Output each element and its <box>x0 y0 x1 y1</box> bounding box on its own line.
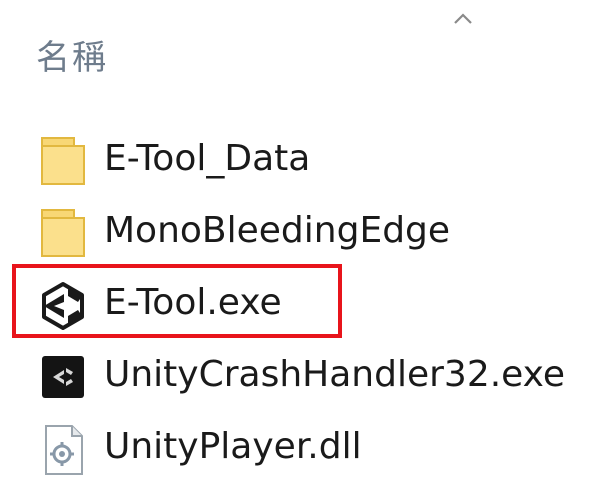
file-name: UnityCrashHandler32.exe <box>104 354 566 395</box>
chevron-up-icon[interactable] <box>448 8 478 28</box>
file-explorer-view: 名稱 E-Tool_Data MonoBleedingEdge E-Tool.e… <box>0 0 601 475</box>
list-item-unitycrashhandler32-exe[interactable]: UnityCrashHandler32.exe <box>0 342 601 414</box>
folder-icon <box>38 134 88 188</box>
list-item-unityplayer-dll[interactable]: UnityPlayer.dll <box>0 414 601 486</box>
file-name: MonoBleedingEdge <box>104 210 451 251</box>
list-item-e-tool-data[interactable]: E-Tool_Data <box>0 126 601 198</box>
folder-icon <box>38 206 88 260</box>
name-column-header[interactable]: 名稱 <box>36 34 108 82</box>
file-name: E-Tool_Data <box>104 138 311 179</box>
unity-crash-handler-icon <box>38 350 88 404</box>
file-name: UnityPlayer.dll <box>104 426 362 467</box>
highlight-annotation-box <box>12 264 342 338</box>
dll-file-icon <box>38 422 88 476</box>
list-item-monobleedingedge[interactable]: MonoBleedingEdge <box>0 198 601 270</box>
